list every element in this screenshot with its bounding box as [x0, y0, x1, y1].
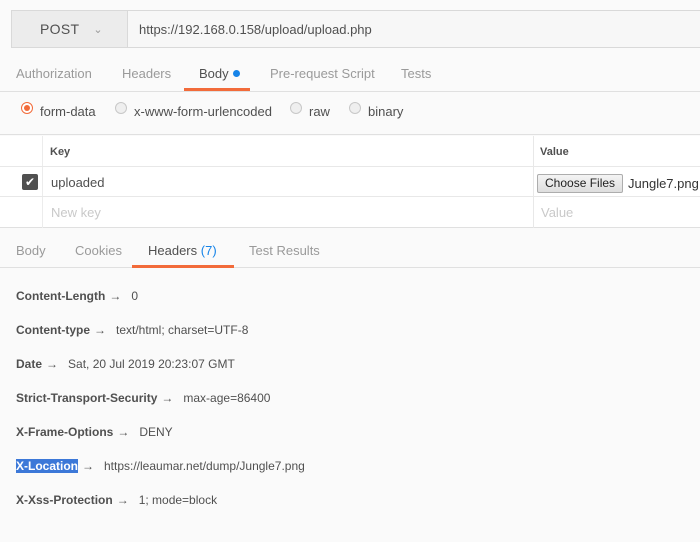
header-key: Strict-Transport-Security — [16, 391, 158, 405]
radio-raw[interactable]: raw — [290, 101, 330, 119]
arrow-icon: → — [117, 425, 130, 439]
arrow-icon: → — [109, 289, 122, 303]
radio-label: binary — [368, 104, 404, 119]
list-item: Date → Sat, 20 Jul 2019 20:23:07 GMT — [16, 357, 235, 373]
form-data-table: Key Value ✔ uploaded Choose Files Jungle… — [0, 136, 700, 228]
row-enabled-checkbox[interactable]: ✔ — [22, 174, 38, 190]
header-key: X-Frame-Options — [16, 425, 114, 439]
radio-label: x-www-form-urlencoded — [134, 104, 272, 119]
tab-body-label: Body — [199, 66, 229, 81]
new-value-input[interactable]: Value — [541, 205, 573, 220]
radio-form-data[interactable]: form-data — [21, 101, 96, 119]
header-key: Content-Length — [16, 289, 106, 303]
tab-tests[interactable]: Tests — [401, 66, 431, 81]
response-tabs: Body Cookies Headers (7) Test Results — [0, 229, 700, 268]
header-value: Sat, 20 Jul 2019 20:23:07 GMT — [68, 357, 235, 371]
url-input[interactable]: https://192.168.0.158/upload/upload.php — [128, 11, 700, 47]
tab-headers[interactable]: Headers — [122, 66, 171, 81]
radio-x-www-form-urlencoded[interactable]: x-www-form-urlencoded — [115, 101, 272, 119]
chevron-down-icon: ⌄ — [93, 23, 103, 36]
arrow-icon: → — [82, 459, 94, 473]
modified-dot-icon — [232, 70, 240, 77]
tab-body[interactable]: Body — [199, 66, 240, 81]
list-item: Content-type → text/html; charset=UTF-8 — [16, 323, 248, 339]
row-key[interactable]: uploaded — [51, 175, 105, 190]
list-item: Content-Length → 0 — [16, 289, 138, 305]
list-item: X-Xss-Protection → 1; mode=block — [16, 493, 217, 509]
list-item: Strict-Transport-Security → max-age=86400 — [16, 391, 270, 407]
radio-binary[interactable]: binary — [349, 101, 404, 119]
headers-count-badge: (7) — [200, 243, 217, 258]
radio-icon — [115, 101, 127, 114]
choose-files-button[interactable]: Choose Files — [537, 174, 624, 193]
header-value: https://leaumar.net/dump/Jungle7.png — [104, 459, 305, 473]
tab-response-body[interactable]: Body — [16, 243, 46, 258]
radio-icon — [290, 101, 302, 114]
table-row: ✔ uploaded Choose Files Jungle7.png — [0, 167, 700, 197]
request-tabs: Authorization Headers Body Pre-request S… — [0, 58, 700, 92]
header-value: DENY — [139, 425, 173, 439]
header-key: Date — [16, 357, 43, 371]
tab-authorization[interactable]: Authorization — [16, 66, 92, 81]
table-header: Key Value — [0, 136, 700, 167]
tab-pre-request-script[interactable]: Pre-request Script — [270, 66, 375, 81]
header-value: max-age=86400 — [183, 391, 271, 405]
radio-selected-icon — [21, 101, 33, 114]
new-key-input[interactable]: New key — [51, 205, 101, 220]
table-row-new: New key Value — [0, 197, 700, 227]
value-column-header: Value — [540, 146, 569, 158]
key-column-header: Key — [50, 146, 71, 158]
header-value: 1; mode=block — [138, 493, 218, 507]
active-response-tab-indicator — [132, 265, 234, 268]
header-key: Content-type — [16, 323, 90, 337]
method-select[interactable]: POST ⌄ — [12, 11, 128, 47]
header-value: 0 — [131, 289, 138, 303]
header-value: text/html; charset=UTF-8 — [116, 323, 249, 337]
arrow-icon: → — [94, 323, 106, 337]
radio-icon — [349, 101, 361, 114]
list-item: X-Frame-Options → DENY — [16, 425, 173, 441]
tab-cookies[interactable]: Cookies — [75, 243, 122, 258]
arrow-icon: → — [46, 357, 59, 371]
list-item: X-Location → https://leaumar.net/dump/Jung… — [16, 459, 305, 475]
body-type-options: form-data x-www-form-urlencoded raw bina… — [0, 93, 700, 135]
radio-label: form-data — [40, 104, 96, 119]
request-url-bar: POST ⌄ https://192.168.0.158/upload/uplo… — [11, 10, 700, 48]
arrow-icon: → — [161, 391, 174, 405]
selected-file-name: Jungle7.png — [628, 176, 699, 191]
arrow-icon: → — [116, 493, 129, 507]
header-key-selected[interactable]: X-Location — [16, 459, 78, 473]
radio-label: raw — [309, 104, 330, 119]
tab-test-results[interactable]: Test Results — [249, 243, 320, 258]
tab-response-headers[interactable]: Headers (7) — [148, 243, 217, 258]
method-label: POST — [40, 21, 80, 37]
header-key: X-Xss-Protection — [16, 493, 113, 507]
active-tab-indicator — [184, 88, 250, 91]
tab-response-headers-label: Headers — [148, 243, 198, 258]
